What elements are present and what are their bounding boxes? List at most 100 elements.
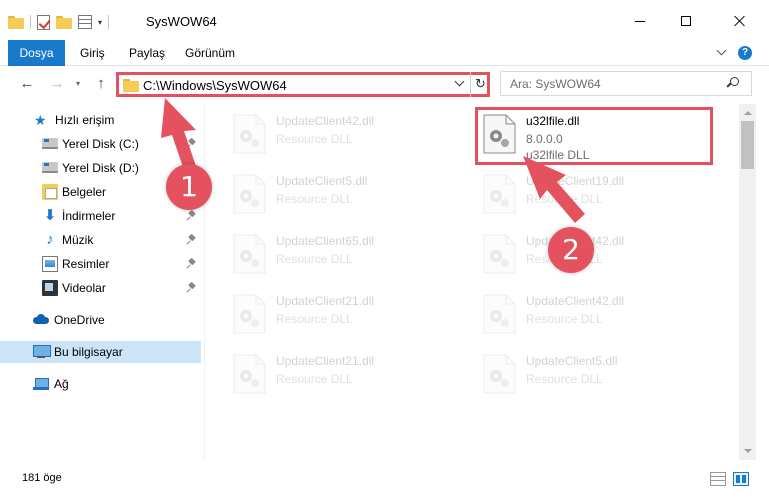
sidebar-item-label: Videolar — [62, 281, 106, 295]
tab-share[interactable]: Paylaş — [129, 40, 165, 66]
dll-file-icon — [233, 354, 266, 394]
file-name: UpdateClient21.dll — [276, 294, 375, 308]
documents-icon — [42, 184, 58, 200]
pin-icon[interactable] — [188, 139, 196, 149]
file-type: Resource DLL — [276, 132, 353, 146]
sidebar-item-music[interactable]: ♪ Müzik — [0, 229, 201, 251]
dll-file-icon — [233, 114, 266, 154]
window-title: SysWOW64 — [146, 14, 217, 29]
file-item[interactable]: UpdateClient21.dll Resource DLL — [228, 350, 458, 400]
dll-file-icon — [483, 294, 516, 334]
large-icons-view-icon[interactable] — [733, 472, 749, 486]
music-icon: ♪ — [46, 231, 54, 248]
folder-icon — [123, 79, 139, 92]
expand-ribbon-chevron-icon[interactable] — [717, 47, 727, 57]
pin-icon[interactable] — [188, 259, 196, 269]
sidebar-item-label: İndirmeler — [62, 209, 116, 223]
file-name: UpdateClient5.dll — [526, 354, 618, 368]
close-icon — [734, 15, 746, 27]
folder-icon — [8, 15, 24, 29]
properties-icon[interactable] — [78, 15, 92, 29]
up-button[interactable]: ↑ — [92, 75, 110, 93]
sidebar-item-downloads[interactable]: ⬇ İndirmeler — [0, 205, 201, 227]
sidebar-item-label: OneDrive — [54, 313, 105, 327]
pictures-icon — [42, 256, 58, 272]
maximize-button[interactable] — [663, 10, 709, 32]
sidebar-item-label: Resimler — [62, 257, 110, 271]
vertical-scrollbar[interactable] — [739, 104, 756, 460]
sidebar-item-this-pc[interactable]: Bu bilgisayar — [0, 341, 201, 363]
sidebar-item-onedrive[interactable]: OneDrive — [0, 309, 201, 331]
pin-icon[interactable] — [188, 235, 196, 245]
dll-file-icon — [233, 174, 266, 214]
refresh-button[interactable]: ↻ — [470, 72, 490, 97]
file-item[interactable]: UpdateClient5.dll Resource DLL — [478, 350, 708, 400]
details-view-icon[interactable] — [710, 472, 726, 486]
disk-icon — [42, 162, 58, 173]
back-button[interactable]: ← — [18, 75, 36, 93]
file-type: Resource DLL — [526, 312, 603, 326]
file-type: Resource DLL — [526, 192, 603, 206]
file-item[interactable]: UpdateClient21.dll Resource DLL — [228, 290, 458, 340]
sidebar-item-disk-c[interactable]: Yerel Disk (C:) — [0, 133, 201, 155]
search-icon[interactable] — [727, 77, 739, 88]
step-2-badge: 2 — [548, 227, 594, 273]
file-list: UpdateClient42.dll Resource DLL UpdateCl… — [206, 104, 739, 460]
recent-locations-icon[interactable]: ▾ — [72, 75, 84, 93]
search-input[interactable]: Ara: SysWOW64 — [510, 77, 601, 91]
title-bar: ▾ SysWOW64 — [0, 0, 769, 40]
qat-dropdown-icon[interactable]: ▾ — [98, 18, 102, 27]
quick-access-toolbar: ▾ — [8, 13, 110, 31]
this-pc-icon — [33, 345, 51, 359]
sidebar-item-label: Ağ — [54, 377, 69, 391]
scroll-up-icon[interactable] — [739, 104, 756, 121]
scroll-thumb[interactable] — [741, 121, 754, 169]
address-bar[interactable]: C:\Windows\SysWOW64 ↻ — [116, 72, 490, 97]
minimize-button[interactable] — [617, 10, 663, 32]
close-button[interactable] — [717, 10, 763, 32]
divider — [108, 15, 110, 29]
sidebar-item-pictures[interactable]: Resimler — [0, 253, 201, 275]
sidebar-item-label: Hızlı erişim — [55, 113, 115, 127]
sidebar-item-label: Bu bilgisayar — [54, 345, 123, 359]
scroll-down-icon[interactable] — [739, 443, 756, 460]
file-item[interactable]: UpdateClient42.dll Resource DLL — [478, 290, 708, 340]
search-box[interactable]: Ara: SysWOW64 — [500, 71, 752, 96]
tab-home[interactable]: Giriş — [80, 40, 105, 66]
target-highlight-box — [475, 107, 713, 165]
file-item[interactable]: UpdateClient19.dll Resource DLL — [478, 170, 708, 220]
file-name: UpdateClient19.dll — [526, 174, 625, 188]
item-count: 181 öge — [22, 472, 62, 484]
sidebar-item-videos[interactable]: Videolar — [0, 277, 201, 299]
navigation-pane: ★ Hızlı erişim Yerel Disk (C:) Yerel Dis… — [0, 104, 205, 460]
file-item[interactable]: UpdateClient65.dll Resource DLL — [228, 230, 458, 280]
help-icon[interactable]: ? — [738, 46, 752, 60]
tab-file[interactable]: Dosya — [8, 40, 65, 66]
forward-button[interactable]: → — [48, 75, 66, 93]
file-name: UpdateClient5.dll — [276, 174, 368, 188]
file-name: UpdateClient42.dll — [276, 114, 375, 128]
network-icon — [33, 376, 49, 392]
sidebar-item-network[interactable]: Ağ — [0, 373, 201, 395]
address-dropdown-icon[interactable] — [455, 77, 465, 87]
pin-icon[interactable] — [188, 211, 196, 221]
address-path[interactable]: C:\Windows\SysWOW64 — [143, 78, 287, 93]
file-type: Resource DLL — [276, 192, 353, 206]
new-folder-icon[interactable] — [56, 15, 72, 29]
tab-view[interactable]: Görünüm — [185, 40, 235, 66]
step-1-badge: 1 — [166, 164, 212, 210]
pin-icon[interactable] — [188, 283, 196, 293]
maximize-icon — [681, 16, 691, 26]
status-bar: 181 öge — [0, 462, 769, 501]
dll-file-icon — [483, 174, 516, 214]
file-item[interactable]: UpdateClient42.dll Resource DLL — [228, 110, 458, 160]
file-name: UpdateClient21.dll — [276, 354, 375, 368]
sidebar-item-quick-access[interactable]: ★ Hızlı erişim — [0, 109, 201, 131]
file-type: Resource DLL — [276, 252, 353, 266]
file-type: Resource DLL — [526, 372, 603, 386]
file-name: UpdateClient42.dll — [526, 294, 625, 308]
file-item[interactable]: UpdateClient5.dll Resource DLL — [228, 170, 458, 220]
minimize-icon — [635, 20, 645, 22]
file-type: Resource DLL — [276, 312, 353, 326]
properties-check-icon[interactable] — [37, 14, 50, 30]
